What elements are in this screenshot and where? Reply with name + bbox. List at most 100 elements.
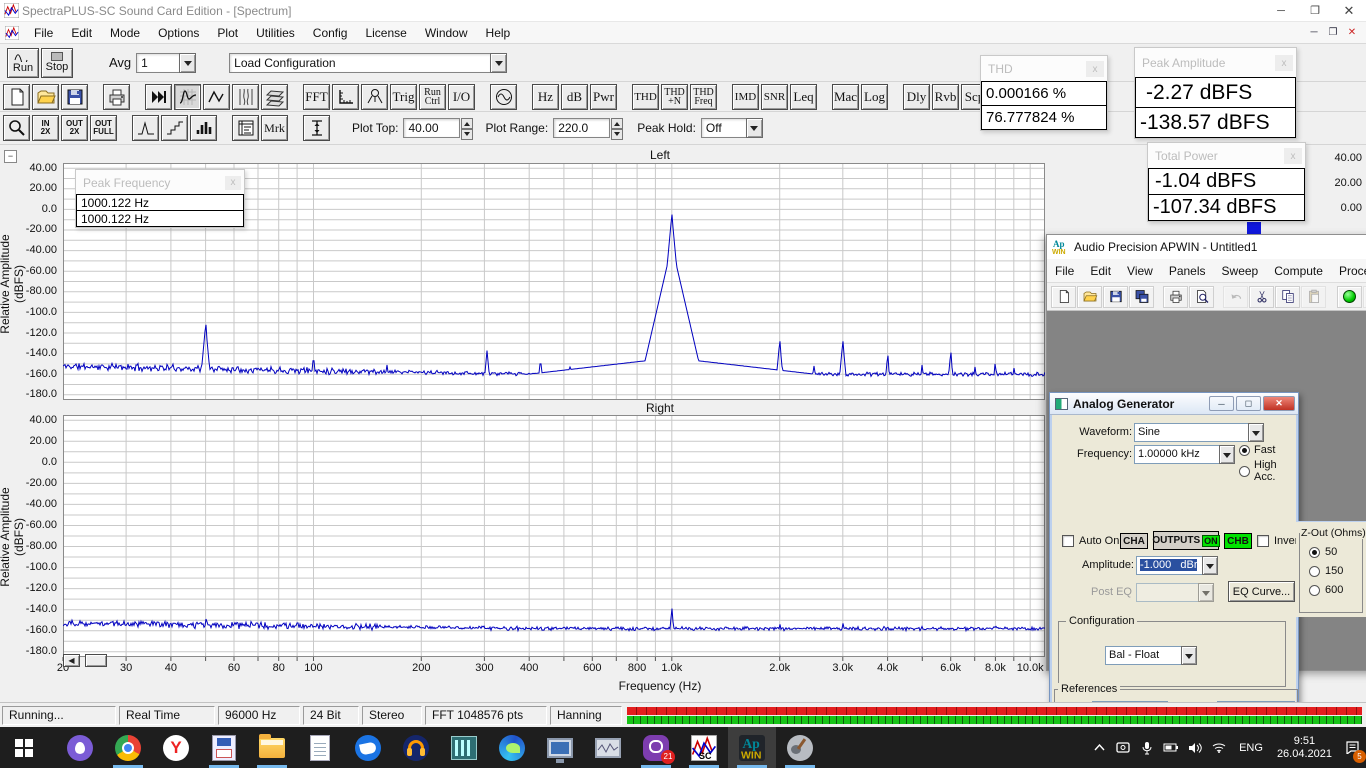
tray-clock[interactable]: 9:51 26.04.2021 (1271, 735, 1338, 761)
leq-button[interactable]: Leq (790, 84, 817, 110)
dropdown-arrow-icon[interactable] (1181, 646, 1197, 665)
range-button[interactable] (303, 115, 330, 141)
load-configuration-select[interactable]: Load Configuration (229, 53, 507, 73)
stop-button[interactable]: Stop (41, 48, 73, 78)
close-icon[interactable]: ✕ (1263, 396, 1295, 411)
channel-b-button[interactable]: CHB (1224, 533, 1252, 549)
taskbar-drop-app[interactable] (56, 727, 104, 768)
options-list-button[interactable] (232, 115, 259, 141)
radio-icon[interactable] (1239, 466, 1250, 477)
calibrate-button[interactable] (361, 84, 388, 110)
spectrogram-view-button[interactable] (232, 84, 259, 110)
close-icon[interactable]: x (1275, 55, 1293, 71)
scrollbar-thumb[interactable] (85, 654, 107, 667)
taskbar-spectraplus[interactable]: SC (680, 727, 728, 768)
tray-language[interactable]: ENG (1231, 742, 1271, 754)
high-acc-radio[interactable]: High Acc. (1239, 459, 1296, 483)
taskbar-system-monitor[interactable] (440, 727, 488, 768)
zoom-out-full-button[interactable]: OUT FULL (90, 115, 117, 141)
child-restore-icon[interactable]: ❐ (1325, 26, 1341, 40)
checkbox-icon[interactable] (1062, 535, 1074, 547)
taskbar-thunderbird[interactable] (344, 727, 392, 768)
menu-edit[interactable]: Edit (62, 23, 101, 43)
waveform-view-button[interactable] (203, 84, 230, 110)
spin-up-icon[interactable] (461, 118, 473, 129)
plot-top-input[interactable]: 40.00 (403, 118, 460, 138)
checkbox-icon[interactable] (1257, 535, 1269, 547)
apwin-menu-panels[interactable]: Panels (1161, 261, 1214, 281)
db-button[interactable]: dB (561, 84, 588, 110)
fast-forward-button[interactable] (145, 84, 172, 110)
plot-range-input[interactable]: 220.0 (553, 118, 610, 138)
zout-600-radio[interactable]: 600 (1309, 584, 1343, 596)
thd-n-button[interactable]: THD +N (661, 84, 688, 110)
apwin-save-all-button[interactable] (1129, 286, 1154, 308)
start-button[interactable] (0, 727, 48, 768)
taskbar-viber[interactable]: 21 (632, 727, 680, 768)
snr-button[interactable]: SNR (761, 84, 788, 110)
apwin-open-button[interactable] (1077, 286, 1102, 308)
zout-150-radio[interactable]: 150 (1309, 565, 1343, 577)
apwin-print-preview-button[interactable] (1189, 286, 1214, 308)
run-button[interactable]: Run (7, 48, 39, 78)
outputs-on-button[interactable]: OUTPUTS ON (1153, 531, 1219, 550)
tray-chevron-icon[interactable] (1087, 728, 1111, 768)
tray-display-icon[interactable] (1111, 728, 1135, 768)
peak-curve-button[interactable] (132, 115, 159, 141)
apwin-menu-procedure[interactable]: Procedure (1331, 261, 1366, 281)
taskbar-apwin[interactable] (728, 727, 776, 768)
tray-speaker-icon[interactable] (1183, 728, 1207, 768)
hz-button[interactable]: Hz (532, 84, 559, 110)
open-button[interactable] (32, 84, 59, 110)
auto-on-checkbox[interactable]: Auto On (1062, 535, 1119, 547)
menu-plot[interactable]: Plot (208, 23, 247, 43)
close-icon[interactable]: ✕ (1332, 0, 1366, 21)
menu-options[interactable]: Options (149, 23, 208, 43)
apwin-new-button[interactable] (1051, 286, 1076, 308)
menu-file[interactable]: File (25, 23, 62, 43)
delay-button[interactable]: Dly (903, 84, 930, 110)
configuration-select[interactable]: Bal - Float (1105, 646, 1197, 665)
apwin-copy-button[interactable] (1275, 286, 1300, 308)
peak-hold-arrow-icon[interactable] (746, 118, 763, 138)
marker-button[interactable]: Mrk (261, 115, 288, 141)
spin-up-icon[interactable] (611, 118, 623, 129)
taskbar-audio-app[interactable] (392, 727, 440, 768)
zoom-in-2x-button[interactable]: IN 2X (32, 115, 59, 141)
eq-curve-button[interactable]: EQ Curve... (1228, 581, 1295, 602)
child-close-icon[interactable]: ✕ (1344, 26, 1360, 40)
menu-mode[interactable]: Mode (101, 23, 149, 43)
run-control-button[interactable]: Run Ctrl (419, 84, 446, 110)
menu-license[interactable]: License (356, 23, 415, 43)
plot-range-spinner[interactable] (611, 118, 623, 138)
generator-button[interactable] (490, 84, 517, 110)
config-arrow-icon[interactable] (490, 53, 507, 73)
avg-select[interactable]: 1 (136, 53, 196, 73)
scrollbar-left-arrow[interactable]: ◀ (63, 654, 80, 667)
scale-button[interactable] (332, 84, 359, 110)
radio-icon[interactable] (1309, 585, 1320, 596)
waveform-select[interactable]: Sine (1134, 423, 1264, 442)
invert-checkbox[interactable]: Invert (1257, 535, 1302, 547)
right-spectrum-chart[interactable] (63, 415, 1045, 657)
fast-radio[interactable]: Fast (1239, 444, 1275, 456)
save-button[interactable] (61, 84, 88, 110)
taskbar-edge[interactable] (488, 727, 536, 768)
taskbar-chrome[interactable] (104, 727, 152, 768)
spectrum-view-button[interactable] (174, 84, 201, 110)
power-button[interactable]: Pwr (590, 84, 617, 110)
step-curve-button[interactable] (161, 115, 188, 141)
notification-center-icon[interactable]: 5 (1338, 728, 1366, 768)
tray-wifi-icon[interactable] (1207, 728, 1231, 768)
apwin-menu-view[interactable]: View (1119, 261, 1161, 281)
radio-icon[interactable] (1309, 566, 1320, 577)
frequency-select[interactable]: 1.00000 kHz (1134, 445, 1235, 464)
minimize-icon[interactable]: ─ (1264, 0, 1298, 21)
taskbar-floppy-tool[interactable] (200, 727, 248, 768)
taskbar-remote-pc[interactable] (536, 727, 584, 768)
peak-hold-select[interactable]: Off (701, 118, 763, 138)
taskbar-file-explorer[interactable] (248, 727, 296, 768)
apwin-menu-compute[interactable]: Compute (1266, 261, 1331, 281)
taskbar-notepad[interactable] (296, 727, 344, 768)
print-button[interactable] (103, 84, 130, 110)
